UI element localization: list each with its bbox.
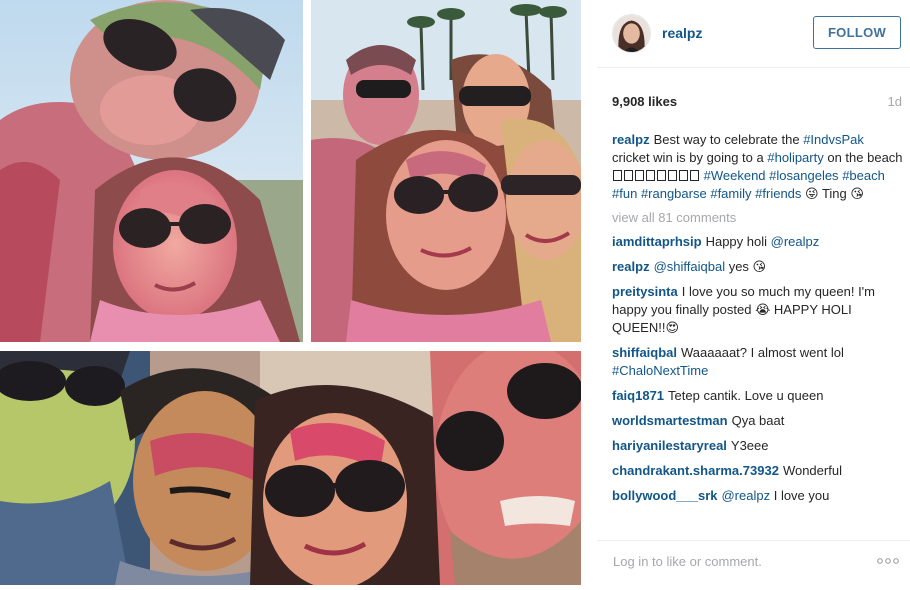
post-header: realpz FOLLOW [597,0,910,68]
comment-username[interactable]: realpz [612,259,650,274]
comment-username[interactable]: worldsmartestman [612,413,728,428]
comment-text: Waaaaaat? I almost went lol [681,345,844,360]
photo-couple-selfie [0,0,303,342]
comment-item: faiq1871 Tetep cantik. Love u queen [612,387,904,405]
post-footer: Log in to like or comment. [597,540,910,580]
hashtag-indvspak[interactable]: #IndvsPak [803,132,864,147]
profile-avatar[interactable] [612,14,651,53]
comment-username[interactable]: iamdittaprhsip [612,234,702,249]
comment-text: Happy holi [705,234,768,249]
comment-hashtag[interactable]: #ChaloNextTime [612,363,708,378]
more-options-icon[interactable] [876,557,900,565]
hashtag-weekend[interactable]: #Weekend [704,168,766,183]
comment-mention[interactable]: @realpz [721,488,770,503]
comment-mention[interactable]: @realpz [771,234,820,249]
caption-text: Best way to celebrate the [653,132,800,147]
login-to-comment-link[interactable]: Log in to like or comment. [613,554,762,569]
likes-count[interactable]: 9,908 likes [612,94,677,109]
comment-mention[interactable]: @shiffaiqbal [654,259,726,274]
comment-text: Tetep cantik. Love u queen [668,388,824,403]
header-username-link[interactable]: realpz [662,25,702,41]
hashtag-family[interactable]: #family [710,186,751,201]
comment-item: iamdittaprhsip Happy holi @realpz [612,233,904,251]
comment-item: worldsmartestman Qya baat [612,412,904,430]
emoji-glyphs [612,168,700,183]
comment-username[interactable]: chandrakant.sharma.73932 [612,463,779,478]
photo-wide-image [0,351,581,585]
comment-item: preitysinta I love you so much my queen! … [612,283,904,337]
hashtag-fun[interactable]: #fun [612,186,637,201]
comment-username[interactable]: hariyanilestaryreal [612,438,727,453]
comment-text: I love you [773,488,830,503]
post-media[interactable] [0,0,586,590]
hashtag-beach[interactable]: #beach [842,168,885,183]
comment-text: yes 😘 [728,259,767,274]
photo-couple-image [0,0,303,342]
comment-item: shiffaiqbal Waaaaaat? I almost went lol #… [612,344,904,380]
caption-text: 😜 Ting 😘 [805,186,864,201]
caption-username[interactable]: realpz [612,132,650,147]
caption-text: on the beach [827,150,903,165]
follow-button[interactable]: FOLLOW [813,16,901,49]
photo-beach-group [311,0,581,342]
avatar-image [613,15,650,52]
photo-beach-image [311,0,581,342]
comment-item: chandrakant.sharma.73932 Wonderful [612,462,904,480]
likes-row: 9,908 likes 1d [612,94,902,112]
comment-username[interactable]: shiffaiqbal [612,345,677,360]
caption-text: cricket win is by going to a [612,150,764,165]
post-age[interactable]: 1d [888,94,902,109]
comment-text: Qya baat [731,413,785,428]
comment-item: bollywood___srk @realpz I love you [612,487,904,505]
comment-item: realpz @shiffaiqbal yes 😘 [612,258,904,276]
hashtag-rangbarse[interactable]: #rangbarse [641,186,707,201]
post-sidebar: realpz FOLLOW 9,908 likes 1d realpz Best … [597,0,910,590]
hashtag-friends[interactable]: #friends [755,186,801,201]
comment-item: hariyanilestaryreal Y3eee [612,437,904,455]
comment-username[interactable]: faiq1871 [612,388,664,403]
post-caption: realpz Best way to celebrate the #IndvsPa… [612,131,904,203]
comment-text: Y3eee [730,438,769,453]
comment-username[interactable]: preitysinta [612,284,678,299]
view-all-comments-link[interactable]: view all 81 comments [612,209,904,229]
comment-text: Wonderful [782,463,842,478]
comment-username[interactable]: bollywood___srk [612,488,717,503]
comments-list[interactable]: realpz Best way to celebrate the #IndvsPa… [612,131,904,526]
photo-wide-group [0,351,581,585]
hashtag-holiparty[interactable]: #holiparty [767,150,823,165]
hashtag-losangeles[interactable]: #losangeles [769,168,838,183]
